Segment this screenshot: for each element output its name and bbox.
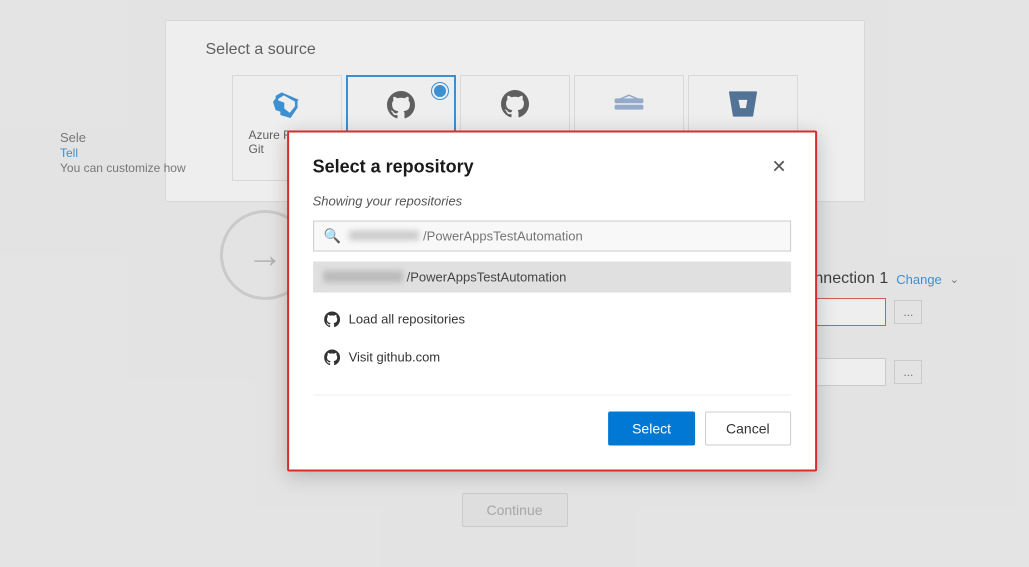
page-container: Select a source Azure Repos Git: [0, 0, 1029, 567]
github-load-icon: [323, 310, 341, 328]
search-input[interactable]: [423, 228, 780, 243]
cancel-button[interactable]: Cancel: [705, 411, 791, 445]
github-visit-icon: [323, 348, 341, 366]
select-button[interactable]: Select: [608, 411, 695, 445]
search-row[interactable]: 🔍: [313, 220, 791, 251]
search-blur-prefix: [349, 231, 419, 241]
dialog-footer: Select Cancel: [313, 394, 791, 445]
dialog-title: Select a repository: [313, 156, 474, 177]
repo-blur-prefix: [323, 271, 403, 283]
visit-github-label: Visit github.com: [349, 350, 441, 365]
load-all-label: Load all repositories: [349, 312, 465, 327]
dialog-close-button[interactable]: ✕: [768, 158, 791, 176]
repo-item[interactable]: /PowerAppsTestAutomation: [313, 261, 791, 292]
dialog-subtitle: Showing your repositories: [313, 193, 791, 208]
load-all-link[interactable]: Load all repositories: [313, 302, 791, 336]
repo-path: /PowerAppsTestAutomation: [407, 269, 567, 284]
visit-github-link[interactable]: Visit github.com: [313, 340, 791, 374]
dialog-header: Select a repository ✕: [313, 156, 791, 177]
select-repository-dialog: Select a repository ✕ Showing your repos…: [287, 130, 817, 471]
search-icon: 🔍: [324, 227, 341, 244]
